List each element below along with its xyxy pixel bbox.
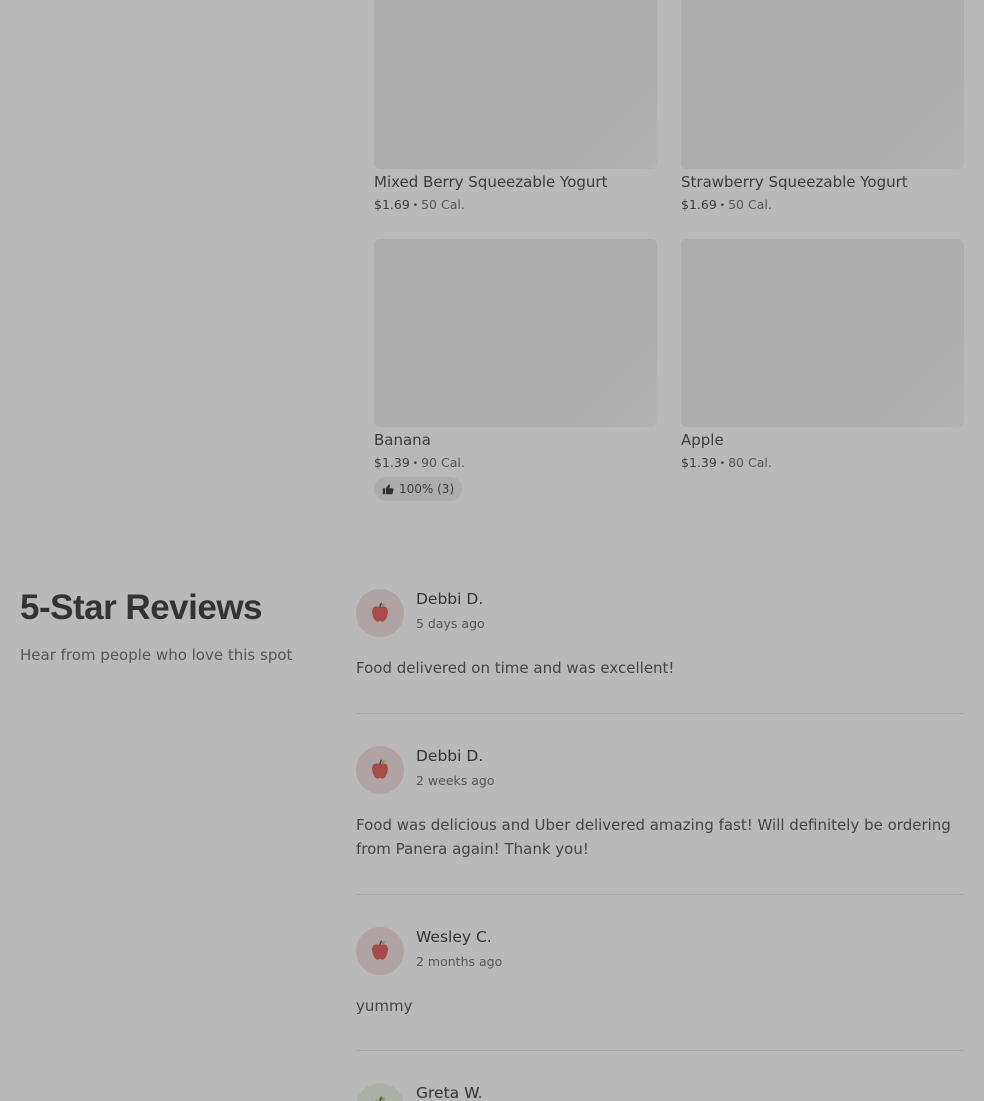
meta-separator: •	[412, 459, 419, 469]
product-meta: $1.39 • 80 Cal.	[681, 455, 772, 470]
product-title: Banana	[374, 431, 431, 449]
product-price: $1.69	[374, 197, 410, 212]
product-image	[374, 239, 657, 427]
reviews-section-subtitle: Hear from people who love this spot	[20, 646, 293, 664]
review-item: Wesley C. 2 months ago yummy	[356, 927, 964, 1027]
apple-icon	[372, 759, 388, 779]
reviewer-name: Debbi D.	[416, 747, 484, 765]
product-meta: $1.69 • 50 Cal.	[681, 197, 772, 212]
product-title: Apple	[681, 431, 724, 449]
avatar	[356, 927, 404, 975]
rating-text: 100% (3)	[399, 482, 455, 496]
review-divider	[356, 1050, 964, 1051]
product-title: Strawberry Squeezable Yogurt	[681, 173, 908, 191]
product-image	[374, 0, 657, 169]
reviewer-name: Wesley C.	[416, 928, 492, 946]
review-date: 2 weeks ago	[416, 773, 495, 788]
rating-badge: 100% (3)	[374, 477, 463, 501]
thumbs-up-icon	[382, 484, 394, 495]
product-calories: 80 Cal.	[728, 455, 772, 470]
review-date: 5 days ago	[416, 616, 485, 631]
product-price: $1.39	[681, 455, 717, 470]
store-page: Mixed Berry Squeezable Yogurt $1.69 • 50 C…	[0, 0, 984, 1101]
apple-icon	[372, 602, 388, 622]
reviewer-name: Greta W.	[416, 1084, 483, 1101]
meta-separator: •	[412, 201, 419, 211]
product-image	[681, 0, 964, 169]
product-calories: 50 Cal.	[421, 197, 465, 212]
review-item: Debbi D. 2 weeks ago Food was delicious …	[356, 746, 964, 866]
review-date: 2 months ago	[416, 954, 503, 969]
review-text: Food delivered on time and was excellent…	[356, 659, 675, 677]
meta-separator: •	[719, 459, 726, 469]
apple-icon	[374, 1096, 386, 1101]
avatar	[356, 1083, 404, 1101]
product-meta: $1.69 • 50 Cal.	[374, 197, 465, 212]
review-divider	[356, 713, 964, 714]
meta-separator: •	[719, 201, 726, 211]
review-item: Debbi D. 5 days ago Food delivered on ti…	[356, 589, 964, 689]
reviews-section-title: 5-Star Reviews	[20, 588, 263, 627]
review-text: Food was delicious and Uber delivered am…	[356, 816, 951, 858]
product-title: Mixed Berry Squeezable Yogurt	[374, 173, 608, 191]
product-calories: 90 Cal.	[421, 455, 465, 470]
product-meta: $1.39 • 90 Cal.	[374, 455, 465, 470]
product-price: $1.69	[681, 197, 717, 212]
avatar	[356, 746, 404, 794]
avatar	[356, 589, 404, 637]
review-divider	[356, 894, 964, 895]
product-price: $1.39	[374, 455, 410, 470]
product-calories: 50 Cal.	[728, 197, 772, 212]
reviewer-name: Debbi D.	[416, 590, 484, 608]
product-image	[681, 239, 964, 427]
review-item: Greta W.	[356, 1083, 964, 1101]
apple-icon	[372, 940, 388, 960]
review-text: yummy	[356, 997, 413, 1015]
